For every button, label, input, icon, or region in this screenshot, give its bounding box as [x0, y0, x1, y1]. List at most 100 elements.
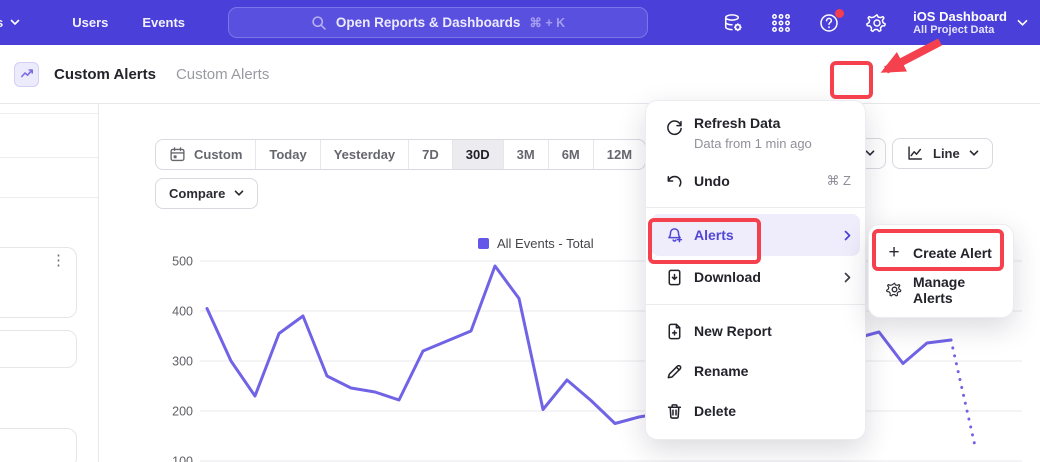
chevron-down-icon: [969, 150, 979, 157]
panel-card[interactable]: [0, 428, 77, 462]
menu-item-undo[interactable]: Undo ⌘ Z: [646, 161, 865, 201]
submenu-item-manage-alerts[interactable]: Manage Alerts: [869, 271, 1013, 308]
range-label: 3M: [517, 147, 535, 162]
nav-item-truncated-label: s: [0, 15, 3, 30]
menu-item-shortcut: ⌘ Z: [826, 173, 851, 189]
app-window: s Users Events Open Reports & Dashboards…: [0, 0, 1040, 462]
menu-item-delete[interactable]: Delete: [646, 391, 865, 431]
menu-item-label: Delete: [694, 403, 736, 419]
menu-item-label: Download: [694, 269, 761, 285]
line-chart-icon: [906, 145, 924, 162]
range-today[interactable]: Today: [256, 140, 320, 169]
range-12m[interactable]: 12M: [594, 140, 645, 169]
kebab-menu-icon[interactable]: ⋮: [51, 257, 66, 264]
gear-icon: [885, 281, 903, 299]
range-label: Custom: [194, 147, 242, 162]
data-management-icon[interactable]: [721, 11, 745, 35]
range-yesterday[interactable]: Yesterday: [321, 140, 409, 169]
refresh-icon: [664, 118, 684, 138]
menu-item-alerts[interactable]: Alerts: [651, 214, 860, 256]
menu-item-label: New Report: [694, 323, 772, 339]
menu-divider: [646, 207, 865, 208]
global-search-input[interactable]: Open Reports & Dashboards ⌘ + K: [228, 7, 648, 38]
context-menu: Refresh Data Data from 1 min ago Undo ⌘ …: [645, 100, 866, 440]
range-label: 12M: [607, 147, 632, 162]
pencil-icon: [664, 361, 684, 381]
nav-item-events[interactable]: Events: [142, 15, 185, 30]
calendar-icon: [169, 146, 186, 163]
chart-legend: All Events - Total: [478, 236, 594, 251]
range-6m[interactable]: 6M: [549, 140, 594, 169]
svg-text:300: 300: [172, 355, 193, 369]
menu-item-subtext: Data from 1 min ago: [694, 136, 812, 151]
list-divider: [0, 197, 98, 198]
chevron-down-icon: [1017, 19, 1028, 27]
nav-item-users[interactable]: Users: [72, 15, 108, 30]
date-range-segmented-control: Custom Today Yesterday 7D 30D 3M 6M 12M: [155, 139, 646, 170]
download-icon: [664, 267, 684, 287]
search-placeholder: Open Reports & Dashboards: [336, 15, 521, 30]
submenu-item-label: Manage Alerts: [913, 274, 1001, 306]
range-3m[interactable]: 3M: [504, 140, 549, 169]
range-7d[interactable]: 7D: [409, 140, 453, 169]
svg-text:100: 100: [172, 455, 193, 462]
alerts-submenu: + Create Alert Manage Alerts: [868, 224, 1014, 318]
help-icon[interactable]: [817, 11, 841, 35]
breadcrumb: Custom Alerts: [176, 66, 269, 83]
alert-bell-icon: [664, 225, 684, 245]
chevron-down-icon: [234, 190, 244, 197]
menu-divider: [646, 304, 865, 305]
menu-item-new-report[interactable]: New Report: [646, 311, 865, 351]
range-label: Yesterday: [334, 147, 395, 162]
panel-card[interactable]: [0, 330, 77, 368]
project-switcher[interactable]: iOS Dashboard All Project Data: [913, 9, 1028, 37]
search-shortcut: ⌘ + K: [529, 15, 565, 30]
chart-type-label: Line: [933, 146, 960, 161]
range-30d[interactable]: 30D: [453, 140, 504, 169]
range-label: 7D: [422, 147, 439, 162]
nav-right-cluster: iOS Dashboard All Project Data: [721, 0, 1040, 45]
menu-item-rename[interactable]: Rename: [646, 351, 865, 391]
legend-swatch: [478, 238, 489, 249]
nav-item-truncated[interactable]: s: [0, 15, 20, 30]
submenu-chevron-icon: [844, 230, 851, 241]
page-title: Custom Alerts: [54, 66, 156, 83]
compare-label: Compare: [169, 186, 225, 201]
menu-item-refresh-data[interactable]: Refresh Data Data from 1 min ago: [646, 109, 865, 161]
menu-item-label: Undo: [694, 173, 730, 189]
svg-text:500: 500: [172, 255, 193, 269]
list-divider: [0, 113, 98, 114]
plus-icon: +: [885, 244, 903, 262]
list-divider: [0, 157, 98, 158]
menu-item-label: Alerts: [694, 227, 734, 243]
search-icon: [311, 15, 327, 31]
range-label: 6M: [562, 147, 580, 162]
chevron-down-icon: [10, 19, 20, 26]
undo-icon: [664, 171, 684, 191]
project-subtitle: All Project Data: [913, 24, 1007, 37]
menu-item-label: Refresh Data: [694, 115, 780, 131]
new-report-icon: [664, 321, 684, 341]
range-label: 30D: [466, 147, 490, 162]
legend-label: All Events - Total: [497, 236, 594, 251]
menu-item-label: Rename: [694, 363, 748, 379]
report-chart-icon: [14, 62, 39, 87]
notification-dot: [835, 9, 844, 18]
chevron-down-icon: [865, 150, 875, 157]
settings-icon[interactable]: [865, 11, 889, 35]
svg-text:400: 400: [172, 305, 193, 319]
range-custom[interactable]: Custom: [156, 140, 256, 169]
report-toolbar: Custom Alerts Custom Alerts: [0, 45, 1040, 104]
apps-grid-icon[interactable]: [769, 11, 793, 35]
top-nav-bar: s Users Events Open Reports & Dashboards…: [0, 0, 1040, 45]
menu-item-download[interactable]: Download: [646, 256, 865, 298]
submenu-item-create-alert[interactable]: + Create Alert: [869, 234, 1013, 271]
chart-type-button[interactable]: Line: [892, 138, 993, 169]
submenu-item-label: Create Alert: [913, 245, 992, 261]
range-label: Today: [269, 147, 306, 162]
compare-button[interactable]: Compare: [155, 178, 258, 209]
svg-text:200: 200: [172, 405, 193, 419]
submenu-chevron-icon: [844, 272, 851, 283]
project-title: iOS Dashboard: [913, 9, 1007, 24]
trash-icon: [664, 401, 684, 421]
